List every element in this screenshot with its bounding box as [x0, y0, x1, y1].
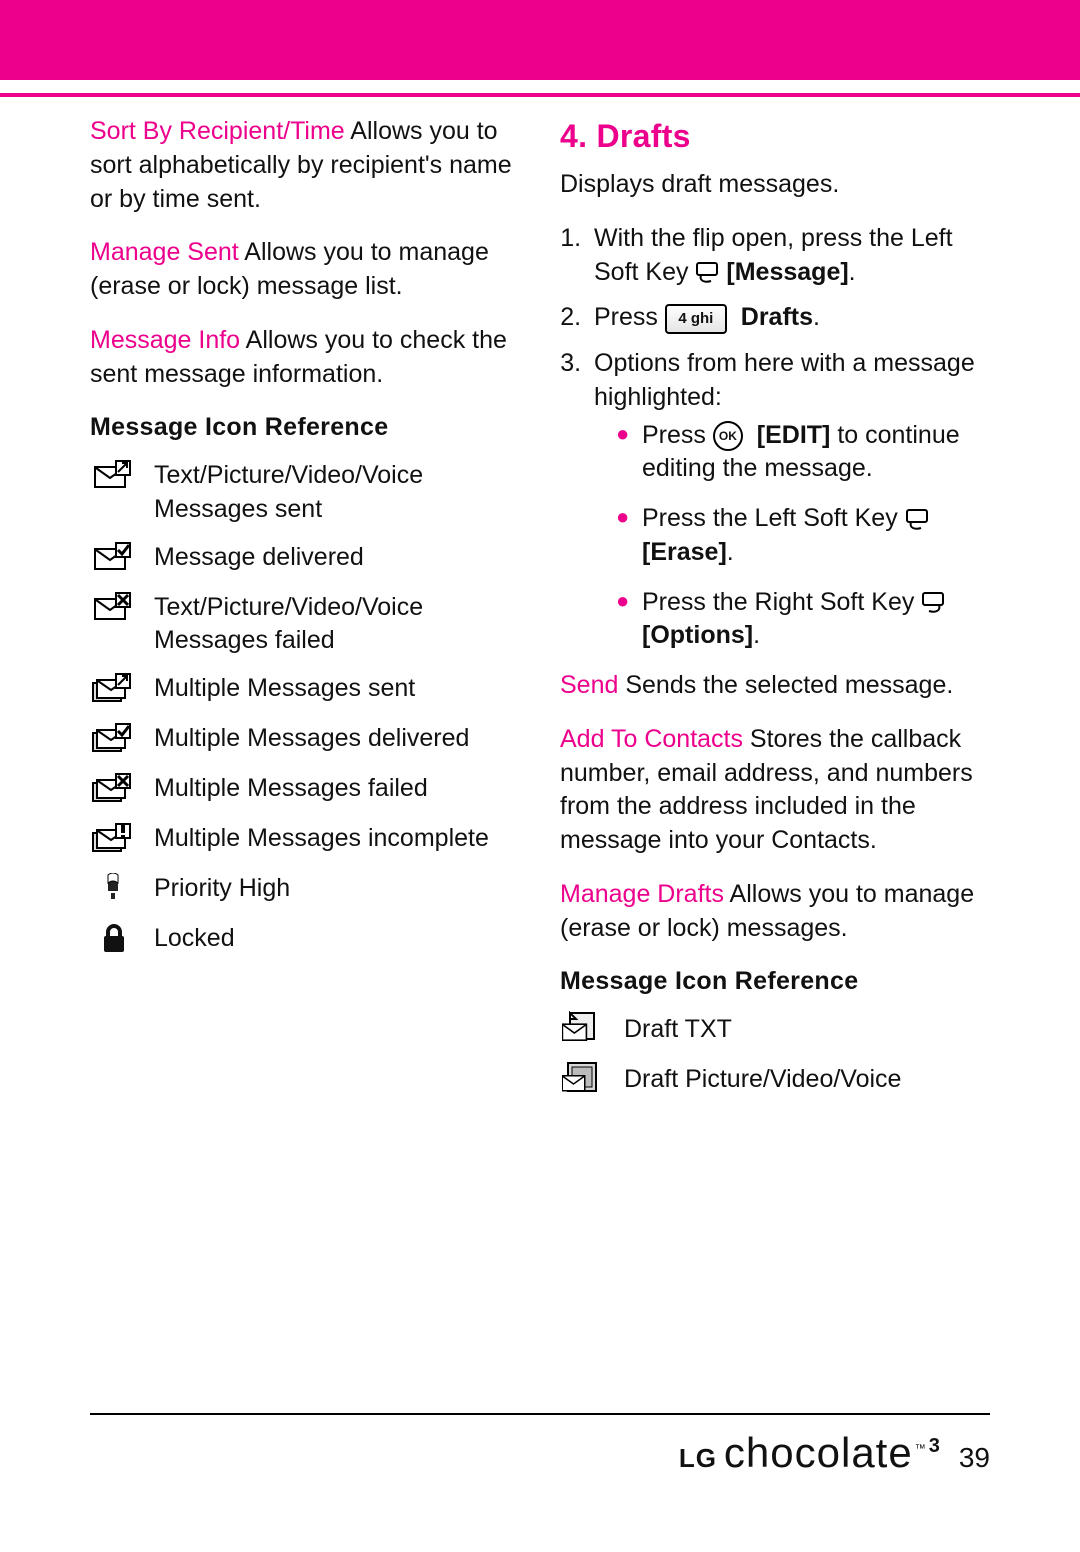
- page-number: 39: [959, 1439, 990, 1477]
- multi-failed-icon: [90, 768, 136, 808]
- step-2: Press 4 ghi Drafts.: [588, 301, 990, 335]
- multi-check-icon: [90, 718, 136, 758]
- bullet-edit: Press OK [EDIT] to continue editing the …: [622, 419, 990, 487]
- keypad-4-icon: 4 ghi: [665, 304, 727, 334]
- steps: With the flip open, press the Left Soft …: [560, 222, 990, 653]
- list-item: Priority High: [90, 868, 520, 908]
- footer-rule: [90, 1413, 990, 1415]
- icon-label: Multiple Messages delivered: [154, 718, 520, 756]
- right-column: 4. Drafts Displays draft messages. With …: [560, 115, 990, 1109]
- term: Message Info: [90, 326, 240, 354]
- list-item: Text/Picture/Video/Voice Messages sent: [90, 455, 520, 527]
- left-column: Sort By Recipient/Time Allows you to sor…: [90, 115, 520, 1109]
- list-item: Text/Picture/Video/Voice Messages failed: [90, 587, 520, 659]
- term: Manage Sent: [90, 238, 239, 266]
- multi-send-icon: [90, 668, 136, 708]
- icon-label: Priority High: [154, 868, 520, 906]
- list-item: Multiple Messages failed: [90, 768, 520, 808]
- def-manage-sent: Manage Sent Allows you to manage (erase …: [90, 236, 520, 304]
- draft-media-icon: [560, 1059, 606, 1099]
- def-manage-drafts: Manage Drafts Allows you to manage (eras…: [560, 878, 990, 946]
- bullet-options: Press the Right Soft Key [Options].: [622, 586, 990, 654]
- icon-label: Multiple Messages failed: [154, 768, 520, 806]
- term: Sort By Recipient/Time: [90, 117, 345, 145]
- icon-label: Message delivered: [154, 537, 520, 575]
- softkey-left-icon: [905, 508, 929, 532]
- icon-label: Text/Picture/Video/Voice Messages failed: [154, 587, 520, 659]
- def-add-contacts: Add To Contacts Stores the callback numb…: [560, 723, 990, 858]
- softkey-left-icon: [695, 261, 719, 285]
- icon-reference-list: Draft TXT Draft Picture/Video/Voice: [560, 1009, 990, 1099]
- icon-reference-list: Text/Picture/Video/Voice Messages sent M…: [90, 455, 520, 958]
- bullet-erase: Press the Left Soft Key [Erase].: [622, 502, 990, 570]
- term: Add To Contacts: [560, 725, 743, 753]
- header-bar: [0, 0, 1080, 80]
- envelope-send-icon: [90, 455, 136, 495]
- envelope-check-icon: [90, 537, 136, 577]
- list-item: Draft Picture/Video/Voice: [560, 1059, 990, 1099]
- icon-label: Multiple Messages incomplete: [154, 818, 520, 856]
- locked-icon: [90, 918, 136, 958]
- icon-ref-heading: Message Icon Reference: [90, 411, 520, 445]
- def-message-info: Message Info Allows you to check the sen…: [90, 324, 520, 392]
- priority-high-icon: [90, 868, 136, 908]
- icon-label: Locked: [154, 918, 520, 956]
- multi-incomplete-icon: [90, 818, 136, 858]
- list-item: Message delivered: [90, 537, 520, 577]
- icon-label: Draft TXT: [624, 1009, 990, 1047]
- term: Send: [560, 671, 618, 699]
- draft-txt-icon: [560, 1009, 606, 1049]
- desc: Sends the selected message.: [618, 671, 953, 699]
- list-item: Multiple Messages sent: [90, 668, 520, 708]
- icon-label: Multiple Messages sent: [154, 668, 520, 706]
- brand-chocolate: chocolate™3: [724, 1429, 941, 1476]
- list-item: Multiple Messages incomplete: [90, 818, 520, 858]
- icon-label: Draft Picture/Video/Voice: [624, 1059, 990, 1097]
- list-item: Multiple Messages delivered: [90, 718, 520, 758]
- list-item: Draft TXT: [560, 1009, 990, 1049]
- icon-label: Text/Picture/Video/Voice Messages sent: [154, 455, 520, 527]
- softkey-right-icon: [921, 591, 945, 615]
- def-send: Send Sends the selected message.: [560, 669, 990, 703]
- envelope-failed-icon: [90, 587, 136, 627]
- page-footer: LG chocolate™3 39: [90, 1413, 990, 1482]
- icon-ref-heading: Message Icon Reference: [560, 965, 990, 999]
- brand-mark: LG chocolate™3 39: [90, 1425, 990, 1482]
- term: Manage Drafts: [560, 880, 724, 908]
- brand-lg: LG: [679, 1443, 717, 1473]
- section-heading-drafts: 4. Drafts: [560, 115, 990, 158]
- step-1: With the flip open, press the Left Soft …: [588, 222, 990, 290]
- list-item: Locked: [90, 918, 520, 958]
- step-3: Options from here with a message highlig…: [588, 347, 990, 653]
- section-intro: Displays draft messages.: [560, 168, 990, 202]
- ok-button-icon: OK: [713, 421, 743, 451]
- def-sort: Sort By Recipient/Time Allows you to sor…: [90, 115, 520, 216]
